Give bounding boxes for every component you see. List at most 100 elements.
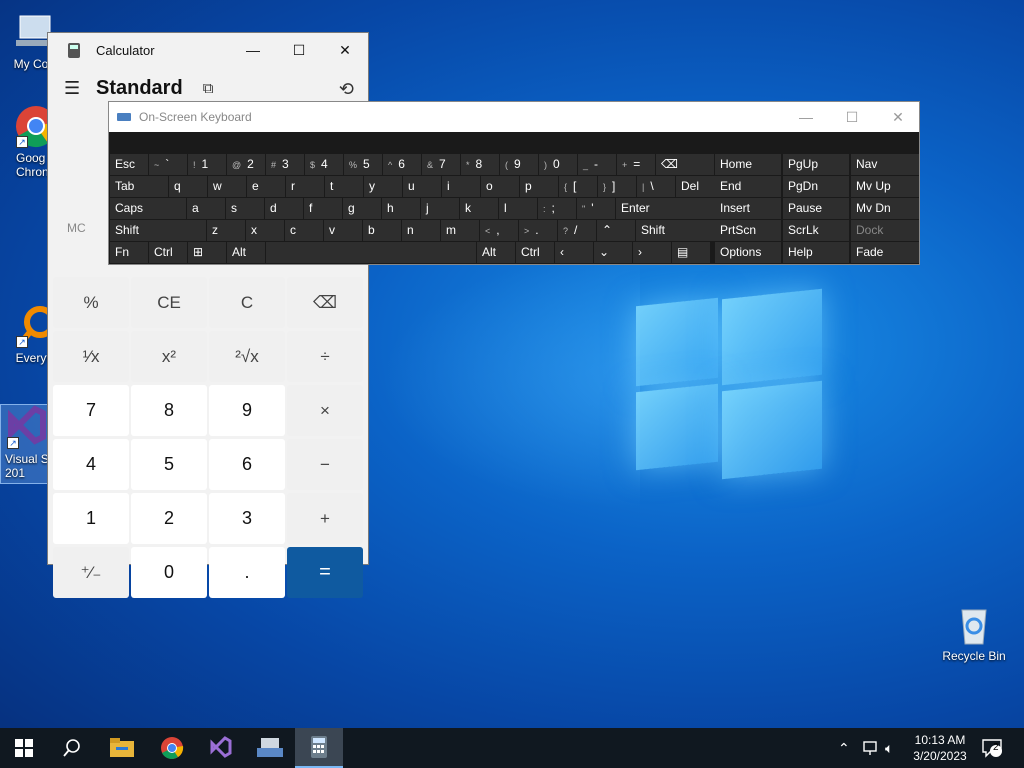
- osk-key[interactable]: + =: [617, 154, 655, 175]
- osk-key[interactable]: y: [364, 176, 402, 197]
- osk-key[interactable]: & 7: [422, 154, 460, 175]
- osk-key[interactable]: Tab: [110, 176, 168, 197]
- osk-key[interactable]: Alt: [227, 242, 265, 263]
- osk-key[interactable]: " ': [577, 198, 615, 219]
- square-button[interactable]: x²: [131, 331, 207, 382]
- osk-key[interactable]: {[: [559, 176, 597, 197]
- nine-button[interactable]: 9: [209, 385, 285, 436]
- osk-close-button[interactable]: ✕: [875, 102, 921, 132]
- osk-minimize-button[interactable]: —: [783, 102, 829, 132]
- file-explorer-icon[interactable]: [98, 728, 146, 768]
- visual-studio-icon[interactable]: [197, 728, 245, 768]
- osk-nav-key[interactable]: PrtScn: [715, 220, 781, 241]
- show-hidden-icons-icon[interactable]: ⌃: [838, 728, 850, 768]
- osk-titlebar[interactable]: On-Screen Keyboard — ☐ ✕: [109, 102, 919, 132]
- osk-key[interactable]: ▤: [672, 242, 710, 263]
- desktop-icon-visual-studio[interactable]: ↗ Visual St 201: [0, 404, 50, 484]
- seven-button[interactable]: 7: [53, 385, 129, 436]
- backspace-button[interactable]: ⌫: [287, 277, 363, 328]
- osk-key[interactable]: Shift: [636, 220, 720, 241]
- osk-nav-key[interactable]: Options: [715, 242, 781, 263]
- osk-key[interactable]: i: [442, 176, 480, 197]
- osk-nav-key[interactable]: Fade: [851, 242, 919, 263]
- osk-key[interactable]: Esc: [110, 154, 148, 175]
- osk-key[interactable]: r: [286, 176, 324, 197]
- osk-key[interactable]: ⊞: [188, 242, 226, 263]
- osk-key[interactable]: f: [304, 198, 342, 219]
- osk-nav-key[interactable]: Help: [783, 242, 849, 263]
- osk-key[interactable]: o: [481, 176, 519, 197]
- osk-nav-key[interactable]: Dock: [851, 220, 919, 241]
- osk-key[interactable]: s: [226, 198, 264, 219]
- osk-key[interactable]: z: [207, 220, 245, 241]
- osk-nav-key[interactable]: PgUp: [783, 154, 849, 175]
- osk-key[interactable]: Shift: [110, 220, 206, 241]
- osk-key[interactable]: j: [421, 198, 459, 219]
- network-icon[interactable]: [862, 728, 880, 768]
- maximize-button[interactable]: ☐: [276, 33, 322, 67]
- osk-nav-key[interactable]: Home: [715, 154, 781, 175]
- osk-key[interactable]: k: [460, 198, 498, 219]
- square-root-button[interactable]: ²√x: [209, 331, 285, 382]
- osk-key[interactable]: [266, 242, 476, 263]
- osk-nav-key[interactable]: Nav: [851, 154, 919, 175]
- osk-key[interactable]: u: [403, 176, 441, 197]
- osk-nav-key[interactable]: ScrLk: [783, 220, 849, 241]
- osk-key[interactable]: >.: [519, 220, 557, 241]
- osk-nav-key[interactable]: PgDn: [783, 176, 849, 197]
- four-button[interactable]: 4: [53, 439, 129, 490]
- osk-key[interactable]: <,: [480, 220, 518, 241]
- osk-key[interactable]: ⌄: [594, 242, 632, 263]
- notification-center-icon[interactable]: 2: [982, 728, 1004, 768]
- clear-button[interactable]: C: [209, 277, 285, 328]
- history-icon[interactable]: ⟲: [339, 79, 354, 100]
- osk-key[interactable]: ›: [633, 242, 671, 263]
- multiply-button[interactable]: ×: [287, 385, 363, 436]
- close-button[interactable]: ✕: [322, 33, 368, 67]
- osk-nav-key[interactable]: Mv Dn: [851, 198, 919, 219]
- keep-on-top-icon[interactable]: ⧉: [203, 80, 214, 97]
- osk-key[interactable]: Caps: [110, 198, 186, 219]
- osk-key[interactable]: t: [325, 176, 363, 197]
- osk-key[interactable]: :;: [538, 198, 576, 219]
- osk-key[interactable]: p: [520, 176, 558, 197]
- osk-key[interactable]: $4: [305, 154, 343, 175]
- osk-key[interactable]: ~ `: [149, 154, 187, 175]
- osk-maximize-button[interactable]: ☐: [829, 102, 875, 132]
- osk-nav-key[interactable]: Insert: [715, 198, 781, 219]
- osk-key[interactable]: Ctrl: [516, 242, 554, 263]
- osk-key[interactable]: ) 0: [539, 154, 577, 175]
- one-button[interactable]: 1: [53, 493, 129, 544]
- start-icon[interactable]: [0, 728, 48, 768]
- osk-key[interactable]: c: [285, 220, 323, 241]
- osk-key[interactable]: v: [324, 220, 362, 241]
- osk-nav-key[interactable]: Mv Up: [851, 176, 919, 197]
- osk-key[interactable]: Ctrl: [149, 242, 187, 263]
- osk-key[interactable]: % 5: [344, 154, 382, 175]
- menu-icon[interactable]: ☰: [64, 78, 94, 99]
- chrome-icon[interactable]: [148, 728, 196, 768]
- osk-key[interactable]: e: [247, 176, 285, 197]
- osk-key[interactable]: b: [363, 220, 401, 241]
- osk-key[interactable]: | \: [637, 176, 675, 197]
- percent-button[interactable]: %: [53, 277, 129, 328]
- osk-key[interactable]: g: [343, 198, 381, 219]
- three-button[interactable]: 3: [209, 493, 285, 544]
- osk-nav-key[interactable]: Pause: [783, 198, 849, 219]
- osk-key[interactable]: ⌃: [597, 220, 635, 241]
- system-clock[interactable]: 10:13 AM 3/20/2023: [906, 732, 974, 764]
- osk-key[interactable]: x: [246, 220, 284, 241]
- osk-key[interactable]: Alt: [477, 242, 515, 263]
- osk-key[interactable]: }]: [598, 176, 636, 197]
- osk-key[interactable]: Fn: [110, 242, 148, 263]
- osk-nav-key[interactable]: End: [715, 176, 781, 197]
- osk-key[interactable]: q: [169, 176, 207, 197]
- osk-key[interactable]: * 8: [461, 154, 499, 175]
- osk-key[interactable]: h: [382, 198, 420, 219]
- zero-button[interactable]: 0: [131, 547, 207, 598]
- search-icon[interactable]: [48, 728, 96, 768]
- eight-button[interactable]: 8: [131, 385, 207, 436]
- osk-key[interactable]: Enter: [616, 198, 720, 219]
- osk-key[interactable]: n: [402, 220, 440, 241]
- six-button[interactable]: 6: [209, 439, 285, 490]
